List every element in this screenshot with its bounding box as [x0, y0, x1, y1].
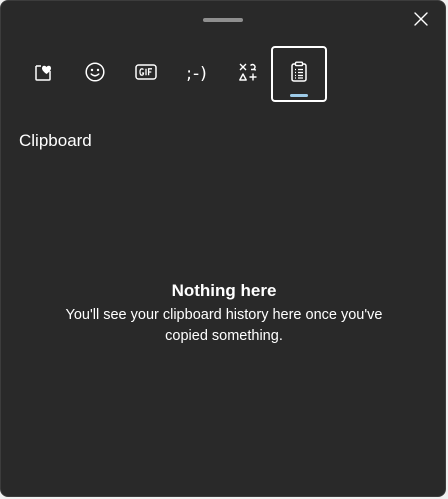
- gif-icon: [135, 63, 157, 86]
- drag-handle[interactable]: [203, 18, 243, 22]
- empty-state-heading: Nothing here: [171, 281, 277, 300]
- tab-gif[interactable]: [118, 46, 174, 102]
- tab-symbols[interactable]: [220, 46, 276, 102]
- tab-emoji[interactable]: [67, 46, 123, 102]
- empty-state-message: You'll see your clipboard history here o…: [65, 307, 383, 344]
- emoji-clipboard-panel: ;-) Clipboard Nothing here You'll see yo…: [0, 0, 446, 497]
- clipboard-icon: [288, 60, 310, 89]
- tab-clipboard-history[interactable]: [271, 46, 327, 102]
- smiley-face-icon: [84, 61, 106, 88]
- kaomoji-heart-card-icon: [32, 61, 54, 88]
- symbols-icon: [237, 61, 259, 88]
- close-button[interactable]: [405, 7, 437, 35]
- category-tabs: ;-): [1, 46, 445, 102]
- section-title: Clipboard: [19, 131, 92, 150]
- tab-kaomoji[interactable]: ;-): [169, 46, 225, 102]
- kaomoji-icon: ;-): [186, 64, 208, 84]
- tab-favorites[interactable]: [15, 46, 71, 102]
- selected-tab-indicator: [290, 94, 308, 97]
- empty-state: Nothing here You'll see your clipboard h…: [1, 281, 445, 347]
- close-icon: [413, 11, 429, 32]
